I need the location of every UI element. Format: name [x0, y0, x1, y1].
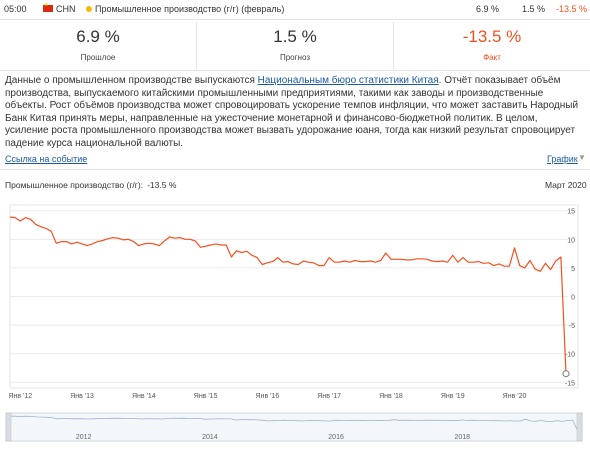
navigator-right-handle[interactable]: [576, 412, 583, 442]
y-tick-label: 0: [571, 295, 575, 302]
y-tick-label: 5: [571, 266, 575, 273]
navigator-year-label: 2016: [328, 434, 344, 441]
series-line: [9, 216, 567, 374]
y-tick-label: 15: [567, 209, 575, 216]
navigator-left-handle[interactable]: [5, 412, 12, 442]
y-tick-label: -5: [569, 323, 575, 330]
navigator-year-label: 2018: [455, 434, 471, 441]
last-point-marker[interactable]: [562, 370, 570, 378]
x-tick-label: Янв '19: [441, 393, 465, 400]
navigator-year-label: 2012: [76, 434, 92, 441]
y-tick-label: -10: [565, 352, 575, 359]
navigator-year-label: 2014: [202, 434, 218, 441]
y-tick-label: 10: [567, 237, 575, 244]
x-tick-label: Янв '20: [503, 393, 527, 400]
x-tick-label: Янв '13: [70, 393, 94, 400]
x-tick-label: Янв '15: [194, 393, 218, 400]
x-tick-label: Янв '18: [379, 393, 403, 400]
x-tick-label: Янв '17: [317, 393, 341, 400]
y-tick-label: -15: [565, 380, 575, 387]
navigator[interactable]: [5, 412, 583, 442]
x-tick-label: Янв '16: [256, 393, 280, 400]
x-tick-label: Янв '12: [8, 393, 32, 400]
line-chart[interactable]: 15 10 5 0 -5 -10 -15 Янв '12 Янв '13 Янв '14 Янв '…: [0, 0, 590, 451]
x-tick-label: Янв '14: [132, 393, 156, 400]
